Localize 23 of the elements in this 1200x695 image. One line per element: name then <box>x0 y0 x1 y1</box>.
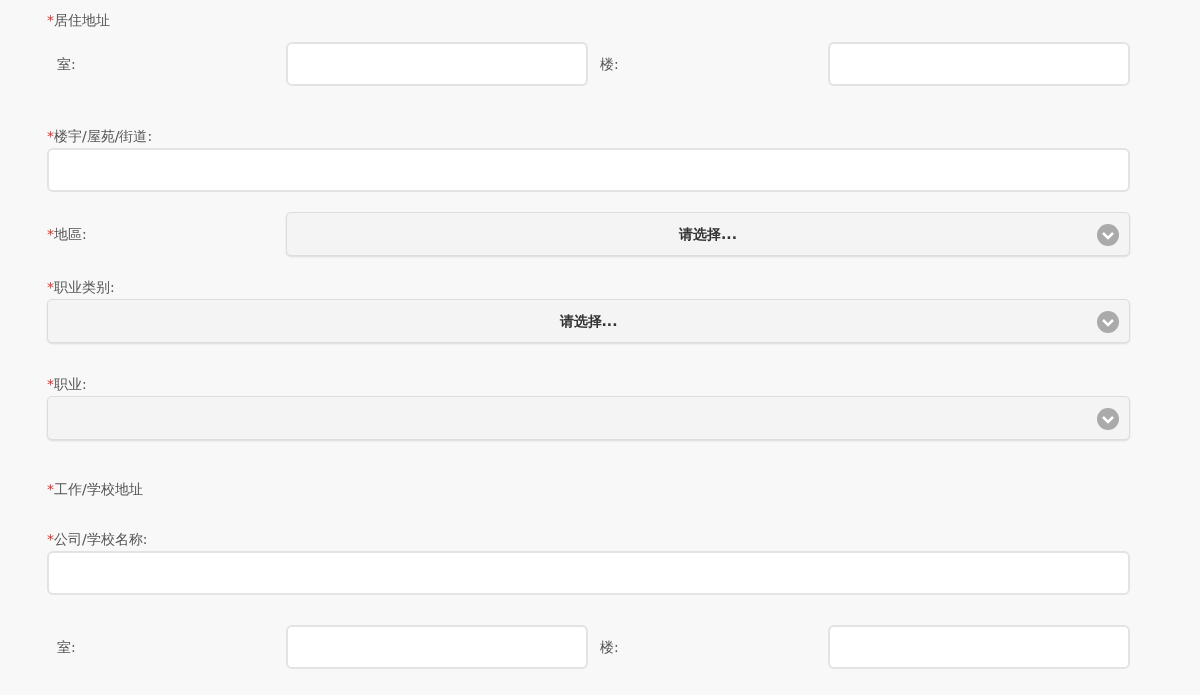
chevron-down-icon <box>1097 224 1119 246</box>
select-dropdown[interactable]: 请选择... <box>47 299 1130 343</box>
field-label: *楼宇/屋苑/街道: <box>47 127 154 145</box>
field-label: *职业: <box>47 375 88 393</box>
input-field[interactable] <box>47 148 1130 192</box>
field-label: *地區: <box>47 225 87 242</box>
input-field[interactable] <box>286 625 588 669</box>
input-field[interactable] <box>828 625 1130 669</box>
field-label: *居住地址 <box>47 11 110 29</box>
field-label: 楼: <box>600 638 619 655</box>
field-label: 室: <box>57 638 76 655</box>
select-dropdown[interactable]: 请选择... <box>286 212 1130 256</box>
input-field[interactable] <box>286 42 588 86</box>
field-label: *工作/学校地址 <box>47 480 143 498</box>
chevron-down-icon <box>1097 311 1119 333</box>
field-label: *公司/学校名称: <box>47 530 149 548</box>
field-label: 室: <box>57 55 76 72</box>
chevron-down-icon <box>1097 408 1119 430</box>
input-field[interactable] <box>47 551 1130 595</box>
input-field[interactable] <box>828 42 1130 86</box>
field-label: 楼: <box>600 55 619 72</box>
select-dropdown[interactable] <box>47 396 1130 440</box>
field-label: *职业类别: <box>47 278 116 296</box>
